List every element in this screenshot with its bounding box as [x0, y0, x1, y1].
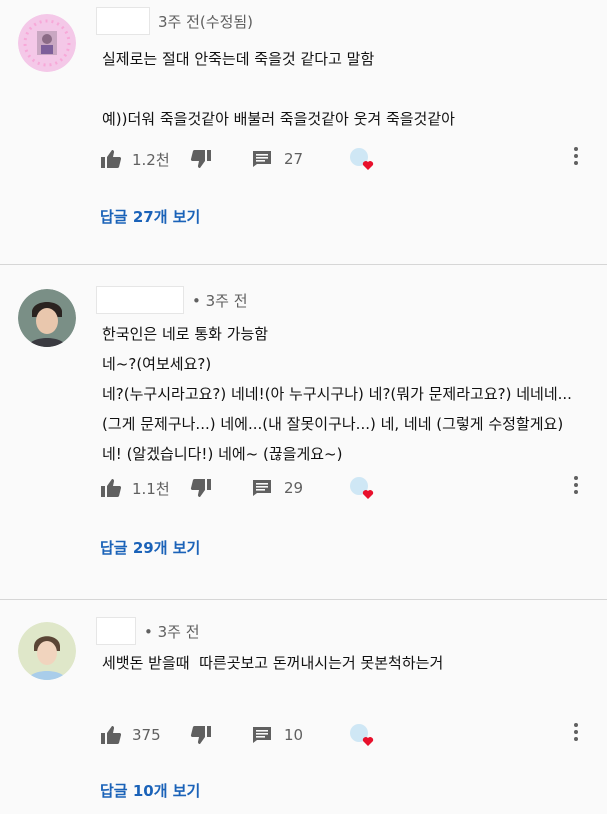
more-options-button[interactable]	[573, 722, 579, 742]
more-options-button[interactable]	[573, 146, 579, 166]
thumbs-up-icon	[101, 726, 122, 744]
more-options-button[interactable]	[573, 475, 579, 495]
more-vert-icon	[574, 723, 578, 741]
heart-icon	[350, 148, 374, 170]
author-name[interactable]	[96, 286, 184, 314]
comment-actions: 375 10	[100, 720, 587, 750]
comment-item: • 3주 전 세뱃돈 받을때 따른곳보고 돈꺼내시는거 못본척하는거 375 1…	[0, 600, 607, 814]
heart-icon	[350, 477, 374, 499]
comment-text: 한국인은 네로 통화 가능함 네~?(여보세요?) 네?(누구시라고요?) 네네…	[102, 325, 572, 463]
like-count: 1.2천	[132, 150, 170, 169]
avatar[interactable]	[18, 289, 76, 347]
creator-heart-badge	[348, 722, 376, 748]
dislike-button[interactable]	[190, 149, 252, 169]
comment-actions: 1.1천 29	[100, 473, 587, 503]
like-button[interactable]: 1.1천	[100, 478, 170, 499]
comment-item: 3주 전(수정됨) 실제로는 절대 안죽는데 죽을것 같다고 말함 예))더워 …	[0, 0, 607, 265]
comment-time: • 3주 전	[192, 291, 248, 310]
like-button[interactable]: 1.2천	[100, 149, 170, 170]
thumbs-down-icon	[190, 150, 211, 168]
comment-icon	[253, 151, 271, 167]
comment-icon	[253, 727, 271, 743]
more-vert-icon	[574, 476, 578, 494]
comment-time: 3주 전(수정됨)	[158, 12, 254, 31]
comment-time: • 3주 전	[144, 622, 200, 641]
view-replies-link[interactable]: 답글 27개 보기	[100, 206, 200, 227]
comment-text: 실제로는 절대 안죽는데 죽을것 같다고 말함 예))더워 죽을것같아 배불러 …	[102, 50, 455, 128]
comment-meta: • 3주 전	[96, 616, 200, 646]
thumbs-down-icon	[190, 479, 211, 497]
creator-heart-badge	[348, 146, 376, 172]
author-name[interactable]	[96, 617, 136, 645]
thumbs-up-icon	[101, 150, 122, 168]
like-button[interactable]: 375	[100, 725, 170, 745]
more-vert-icon	[574, 147, 578, 165]
view-replies-link[interactable]: 답글 10개 보기	[100, 780, 200, 801]
like-count: 375	[132, 726, 161, 744]
comment-item: • 3주 전 한국인은 네로 통화 가능함 네~?(여보세요?) 네?(누구시라…	[0, 265, 607, 600]
avatar[interactable]	[18, 14, 76, 72]
comment-actions: 1.2천 27	[100, 144, 587, 174]
reply-button[interactable]: 27	[252, 150, 322, 168]
creator-heart-badge	[348, 475, 376, 501]
reply-count: 27	[284, 150, 304, 168]
view-replies-link[interactable]: 답글 29개 보기	[100, 537, 200, 558]
avatar[interactable]	[18, 622, 76, 680]
thumbs-down-icon	[190, 726, 211, 744]
reply-count: 10	[284, 726, 304, 744]
dislike-button[interactable]	[190, 725, 252, 745]
comment-text: 세뱃돈 받을때 따른곳보고 돈꺼내시는거 못본척하는거	[102, 654, 444, 672]
author-name[interactable]	[96, 7, 150, 35]
thumbs-up-icon	[101, 479, 122, 497]
heart-icon	[350, 724, 374, 746]
reply-button[interactable]: 29	[252, 479, 322, 497]
comment-icon	[253, 480, 271, 496]
like-count: 1.1천	[132, 479, 170, 498]
comment-meta: 3주 전(수정됨)	[96, 6, 253, 36]
comment-meta: • 3주 전	[96, 285, 248, 315]
reply-button[interactable]: 10	[252, 726, 322, 744]
reply-count: 29	[284, 479, 304, 497]
dislike-button[interactable]	[190, 478, 252, 498]
